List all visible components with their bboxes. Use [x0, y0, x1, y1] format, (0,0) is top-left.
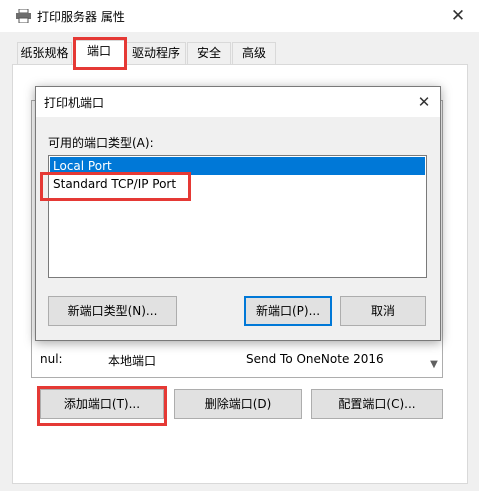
dialog-title: 打印机端口: [44, 96, 105, 110]
printer-ports-dialog: 打印机端口 ✕ 可用的端口类型(A): Local Port Standard …: [35, 86, 441, 341]
tab-paper-sizes[interactable]: 纸张规格: [17, 42, 72, 64]
new-port-button[interactable]: 新端口(P)...: [244, 296, 332, 326]
port-name: nul:: [40, 352, 63, 366]
close-icon[interactable]: ✕: [446, 4, 470, 28]
port-printer: Send To OneNote 2016: [246, 352, 384, 366]
scroll-down-arrow-icon[interactable]: ▼: [426, 356, 442, 374]
configure-port-button[interactable]: 配置端口(C)...: [311, 389, 443, 419]
highlight-standard-tcpip: [40, 172, 191, 201]
printer-icon: [16, 9, 31, 23]
new-port-type-button[interactable]: 新端口类型(N)...: [48, 296, 177, 326]
highlight-add-port: [37, 386, 167, 426]
delete-port-button[interactable]: 删除端口(D): [174, 389, 302, 419]
close-icon[interactable]: ✕: [412, 90, 436, 114]
port-description: 本地端口: [108, 354, 157, 368]
highlight-ports-tab: [73, 37, 127, 70]
tab-advanced[interactable]: 高级: [232, 42, 276, 64]
cancel-button[interactable]: 取消: [340, 296, 426, 326]
inner-titlebar: 打印机端口 ✕: [36, 87, 440, 117]
tab-drivers[interactable]: 驱动程序: [126, 42, 186, 64]
tab-security[interactable]: 安全: [187, 42, 231, 64]
outer-titlebar: 打印服务器 属性 ✕: [0, 0, 479, 32]
port-types-label: 可用的端口类型(A):: [48, 136, 154, 150]
window-title: 打印服务器 属性: [37, 10, 125, 24]
